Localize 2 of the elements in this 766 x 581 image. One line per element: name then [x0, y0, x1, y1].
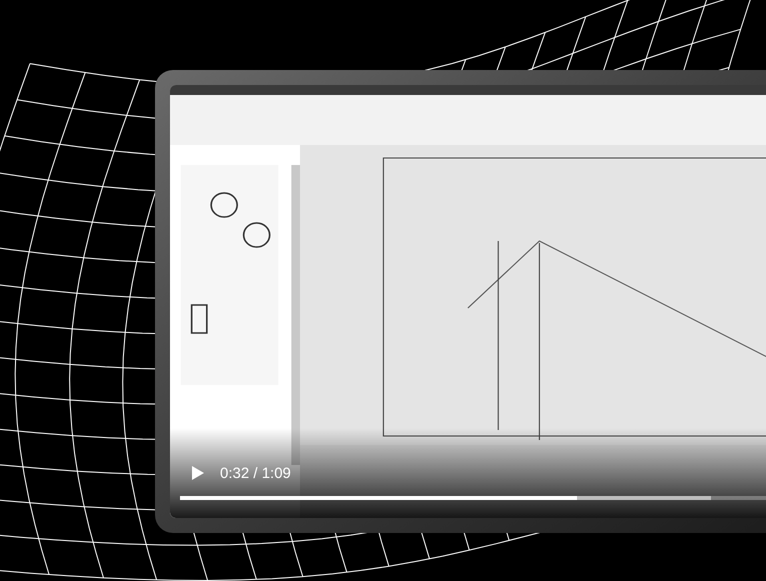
playback-time: 0:32 / 1:09 [220, 466, 291, 480]
play-button[interactable] [190, 464, 206, 482]
